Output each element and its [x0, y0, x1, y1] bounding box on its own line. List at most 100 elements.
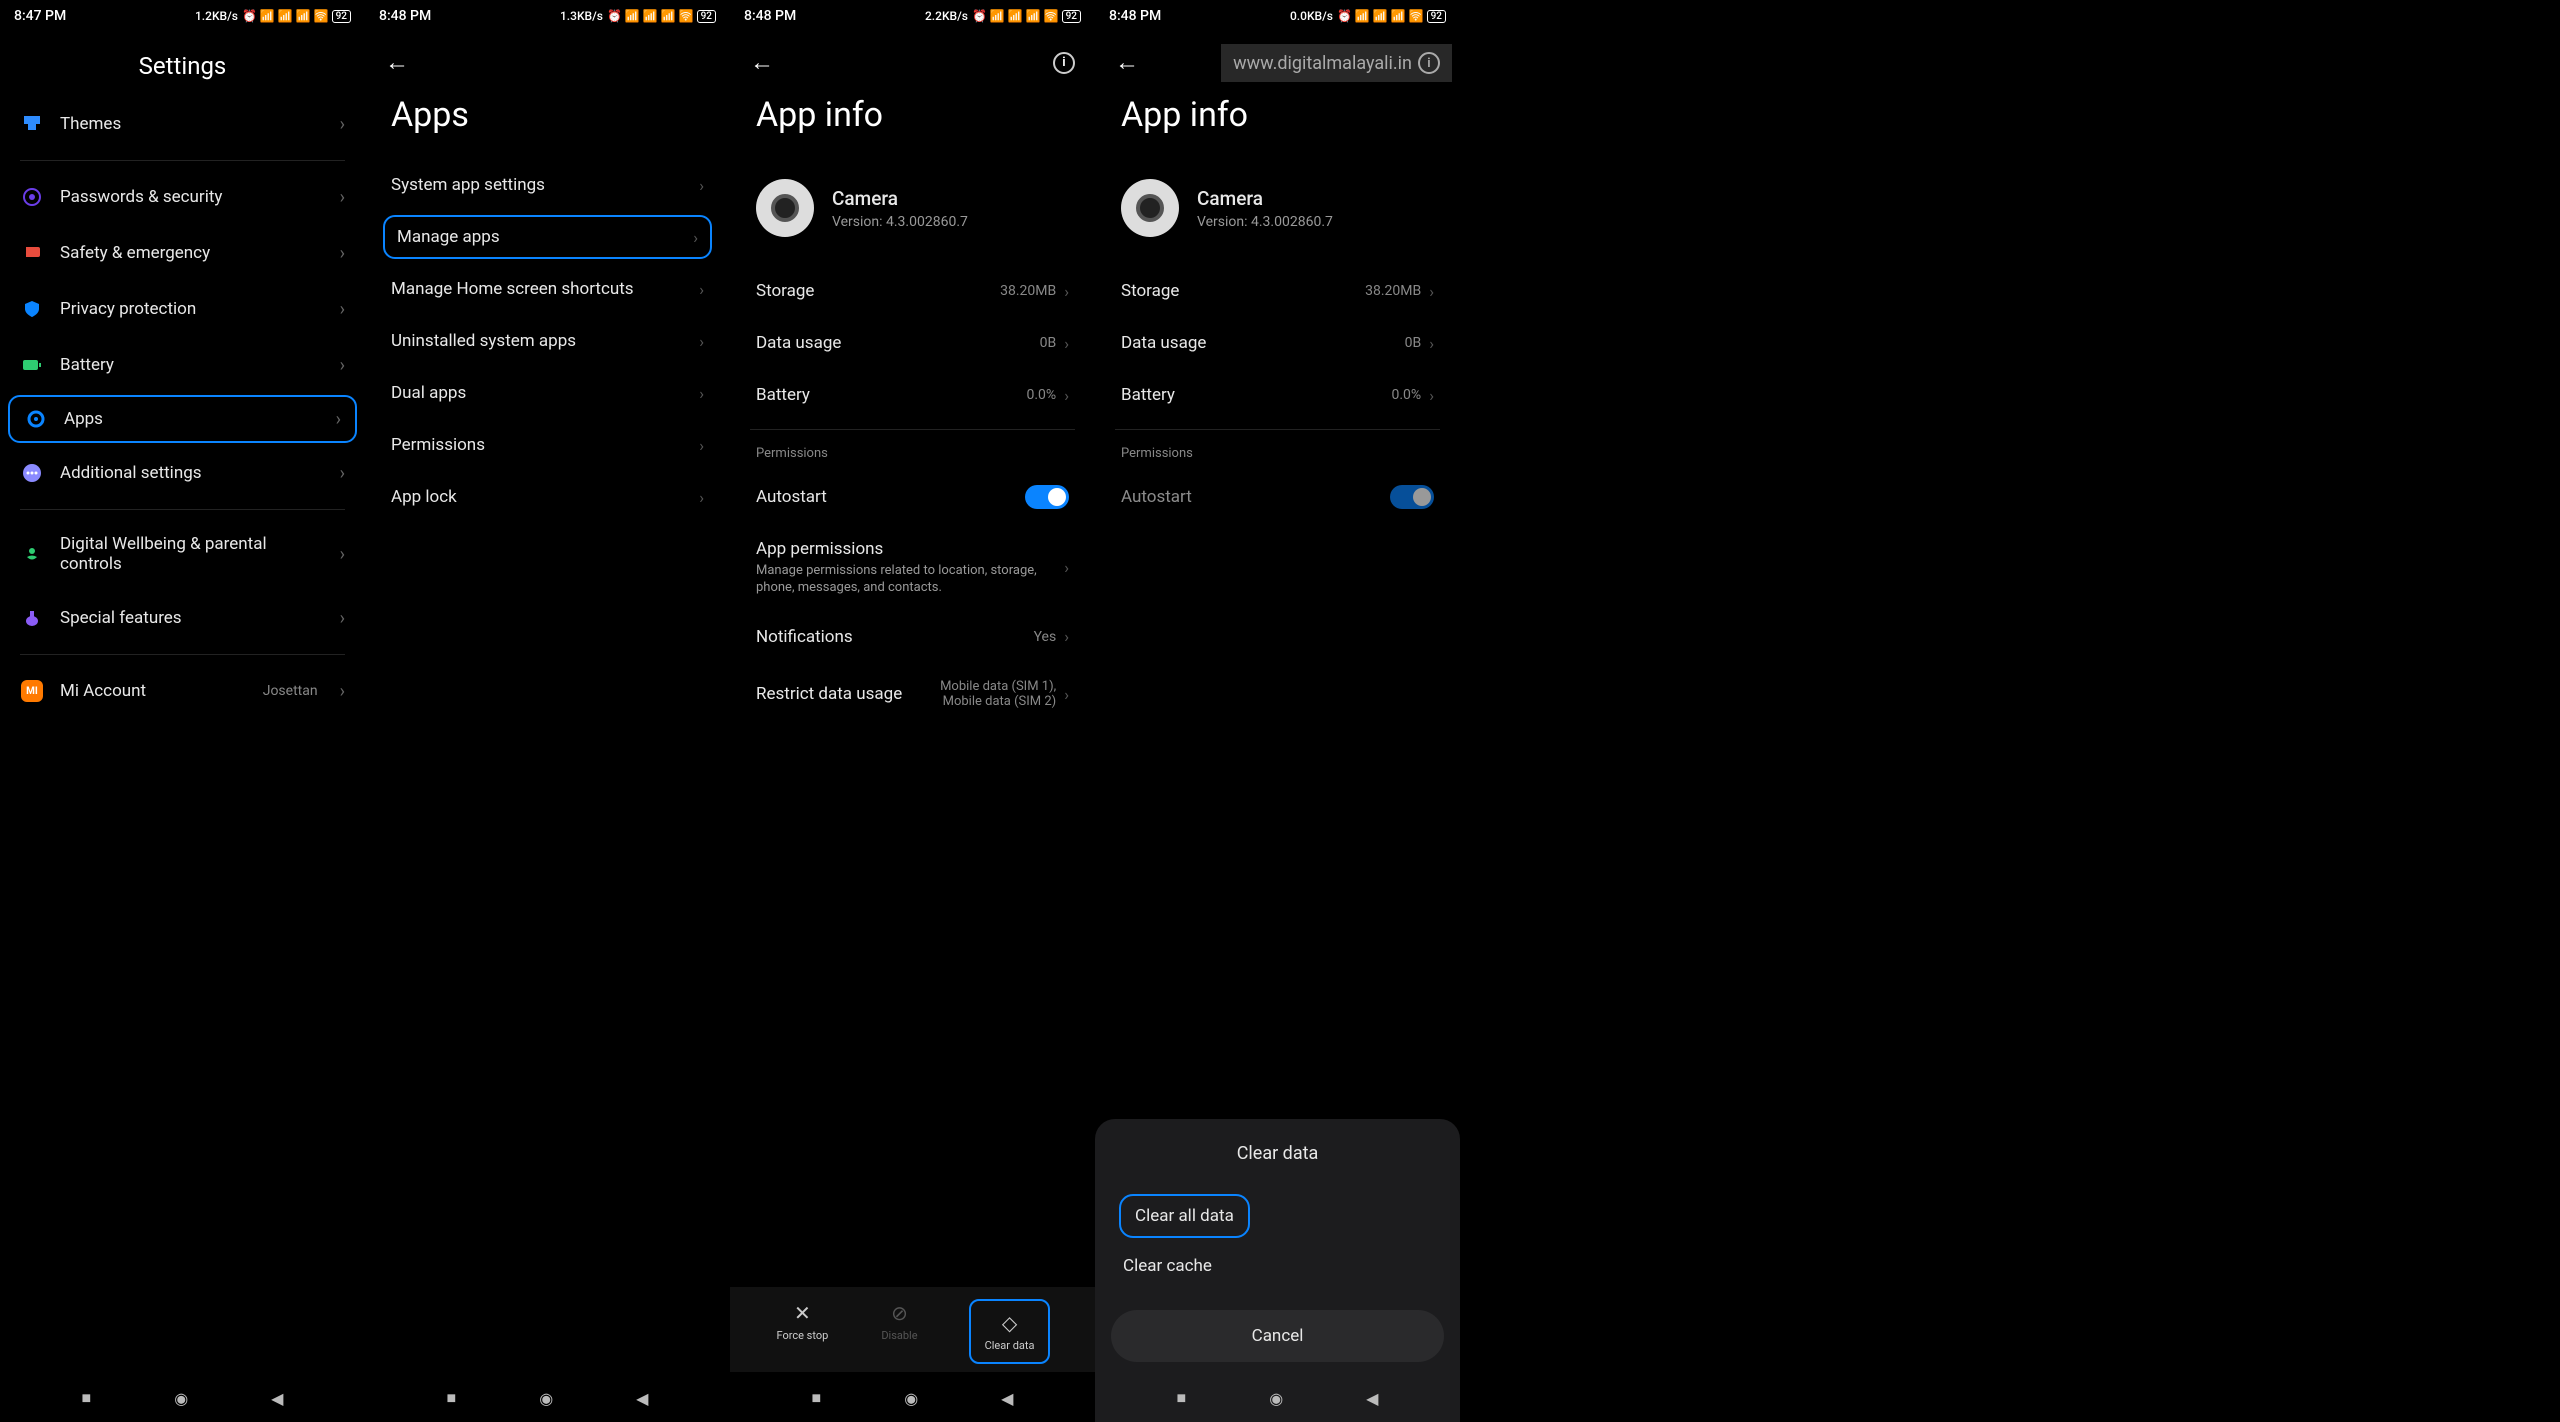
status-speed: 0.0KB/s: [1290, 9, 1333, 23]
row-label: Autostart: [756, 487, 1025, 507]
nav-back[interactable]: ◀: [636, 1389, 648, 1408]
nav-bar: ■ ◉ ◀: [0, 1374, 365, 1422]
screen-apps: 8:48 PM 1.3KB/s ⏰ 📶 📶 📶 🛜 92 ← Apps Syst…: [365, 0, 730, 1422]
settings-item-mi-account[interactable]: MI Mi Account Josettan ›: [0, 663, 365, 719]
page-title: App info: [1095, 77, 1460, 159]
apps-item-lock[interactable]: App lock ›: [365, 471, 730, 523]
nav-recent[interactable]: ■: [82, 1388, 92, 1408]
settings-item-wellbeing[interactable]: Digital Wellbeing & parental controls ›: [0, 518, 365, 590]
status-icons: ⏰ 📶 📶 📶 🛜 92: [972, 9, 1081, 23]
disable-icon: ⊘: [891, 1301, 908, 1325]
apps-item-system[interactable]: System app settings ›: [365, 159, 730, 211]
apps-item-dual[interactable]: Dual apps ›: [365, 367, 730, 419]
apps-item-uninstalled[interactable]: Uninstalled system apps ›: [365, 315, 730, 367]
nav-recent[interactable]: ■: [447, 1388, 457, 1408]
chevron-icon: ›: [1429, 386, 1434, 405]
nav-home[interactable]: ◉: [174, 1389, 188, 1408]
row-value: 38.20MB: [1000, 283, 1056, 299]
row-label: Restrict data usage: [756, 684, 940, 704]
settings-item-safety[interactable]: Safety & emergency ›: [0, 225, 365, 281]
app-header: Camera Version: 4.3.002860.7: [730, 159, 1095, 265]
chevron-icon: ›: [340, 187, 345, 208]
clear-cache-option[interactable]: Clear cache: [1111, 1242, 1444, 1290]
row-label: Data usage: [1121, 333, 1405, 353]
item-label: Battery: [60, 355, 318, 375]
settings-item-passwords[interactable]: Passwords & security ›: [0, 169, 365, 225]
clear-all-data-option[interactable]: Clear all data: [1119, 1194, 1250, 1238]
status-right: 0.0KB/s ⏰ 📶 📶 📶 🛜 92: [1290, 9, 1446, 23]
cancel-button[interactable]: Cancel: [1111, 1310, 1444, 1362]
nav-home[interactable]: ◉: [539, 1389, 553, 1408]
chevron-icon: ›: [340, 544, 345, 565]
info-icon[interactable]: i: [1053, 52, 1075, 74]
settings-item-apps[interactable]: Apps ›: [8, 395, 357, 443]
info-storage[interactable]: Storage 38.20MB ›: [730, 265, 1095, 317]
lock-icon: [20, 185, 44, 209]
chevron-icon: ›: [1429, 282, 1434, 301]
info-data-usage[interactable]: Data usage 0B ›: [1095, 317, 1460, 369]
autostart-toggle[interactable]: [1390, 485, 1434, 509]
info-notifications[interactable]: Notifications Yes ›: [730, 611, 1095, 663]
chevron-icon: ›: [1064, 282, 1069, 301]
chevron-icon: ›: [340, 463, 345, 484]
item-label: Additional settings: [60, 463, 318, 483]
info-battery[interactable]: Battery 0.0% ›: [730, 369, 1095, 421]
disable-button: ⊘ Disable: [871, 1297, 927, 1366]
nav-home[interactable]: ◉: [1269, 1389, 1283, 1408]
row-label: Notifications: [756, 627, 1034, 647]
gear-icon: [24, 407, 48, 431]
nav-recent[interactable]: ■: [1177, 1388, 1187, 1408]
header-row: ←: [365, 32, 730, 77]
info-autostart[interactable]: Autostart: [1095, 469, 1460, 525]
nav-back[interactable]: ◀: [1001, 1389, 1013, 1408]
clear-data-button[interactable]: ◇ Clear data: [969, 1299, 1051, 1364]
eraser-icon: ◇: [1002, 1311, 1017, 1335]
info-battery[interactable]: Battery 0.0% ›: [1095, 369, 1460, 421]
chevron-icon: ›: [340, 681, 345, 702]
settings-item-themes[interactable]: Themes ›: [0, 96, 365, 152]
status-right: 1.3KB/s ⏰ 📶 📶 📶 🛜 92: [560, 9, 716, 23]
app-header: Camera Version: 4.3.002860.7: [1095, 159, 1460, 265]
chevron-icon: ›: [1064, 627, 1069, 646]
nav-back[interactable]: ◀: [1366, 1389, 1378, 1408]
chevron-icon: ›: [1429, 334, 1434, 353]
info-data-usage[interactable]: Data usage 0B ›: [730, 317, 1095, 369]
settings-item-battery[interactable]: Battery ›: [0, 337, 365, 393]
settings-item-additional[interactable]: Additional settings ›: [0, 445, 365, 501]
apps-item-shortcuts[interactable]: Manage Home screen shortcuts ›: [365, 263, 730, 315]
nav-back[interactable]: ◀: [271, 1389, 283, 1408]
nav-recent[interactable]: ■: [812, 1388, 822, 1408]
camera-app-icon: [756, 179, 814, 237]
chevron-icon: ›: [340, 114, 345, 135]
status-time: 8:48 PM: [744, 8, 796, 24]
back-arrow-icon[interactable]: ←: [1115, 48, 1139, 77]
info-autostart[interactable]: Autostart: [730, 469, 1095, 525]
divider: [20, 654, 345, 655]
chevron-icon: ›: [699, 280, 704, 299]
header-row: ← i: [730, 32, 1095, 77]
apps-item-permissions[interactable]: Permissions ›: [365, 419, 730, 471]
back-arrow-icon[interactable]: ←: [385, 48, 409, 77]
status-icons: ⏰ 📶 📶 📶 🛜 92: [607, 9, 716, 23]
autostart-toggle[interactable]: [1025, 485, 1069, 509]
settings-item-special[interactable]: Special features ›: [0, 590, 365, 646]
info-app-permissions[interactable]: App permissions Manage permissions relat…: [730, 525, 1095, 611]
info-restrict[interactable]: Restrict data usage Mobile data (SIM 1),…: [730, 663, 1095, 726]
back-arrow-icon[interactable]: ←: [750, 48, 774, 77]
row-value: 0.0%: [1027, 387, 1057, 403]
divider: [20, 509, 345, 510]
camera-app-icon: [1121, 179, 1179, 237]
status-time: 8:48 PM: [1109, 8, 1161, 24]
chevron-icon: ›: [336, 409, 341, 430]
btn-label: Clear data: [985, 1339, 1035, 1352]
info-storage[interactable]: Storage 38.20MB ›: [1095, 265, 1460, 317]
app-version: Version: 4.3.002860.7: [832, 214, 968, 230]
force-stop-button[interactable]: ✕ Force stop: [767, 1297, 839, 1366]
app-name: Camera: [832, 187, 968, 210]
apps-item-manage[interactable]: Manage apps ›: [383, 215, 712, 259]
chevron-icon: ›: [693, 228, 698, 247]
screen-app-info: 8:48 PM 2.2KB/s ⏰ 📶 📶 📶 🛜 92 ← i App inf…: [730, 0, 1095, 1422]
nav-home[interactable]: ◉: [904, 1389, 918, 1408]
settings-item-privacy[interactable]: Privacy protection ›: [0, 281, 365, 337]
battery-icon: [20, 353, 44, 377]
